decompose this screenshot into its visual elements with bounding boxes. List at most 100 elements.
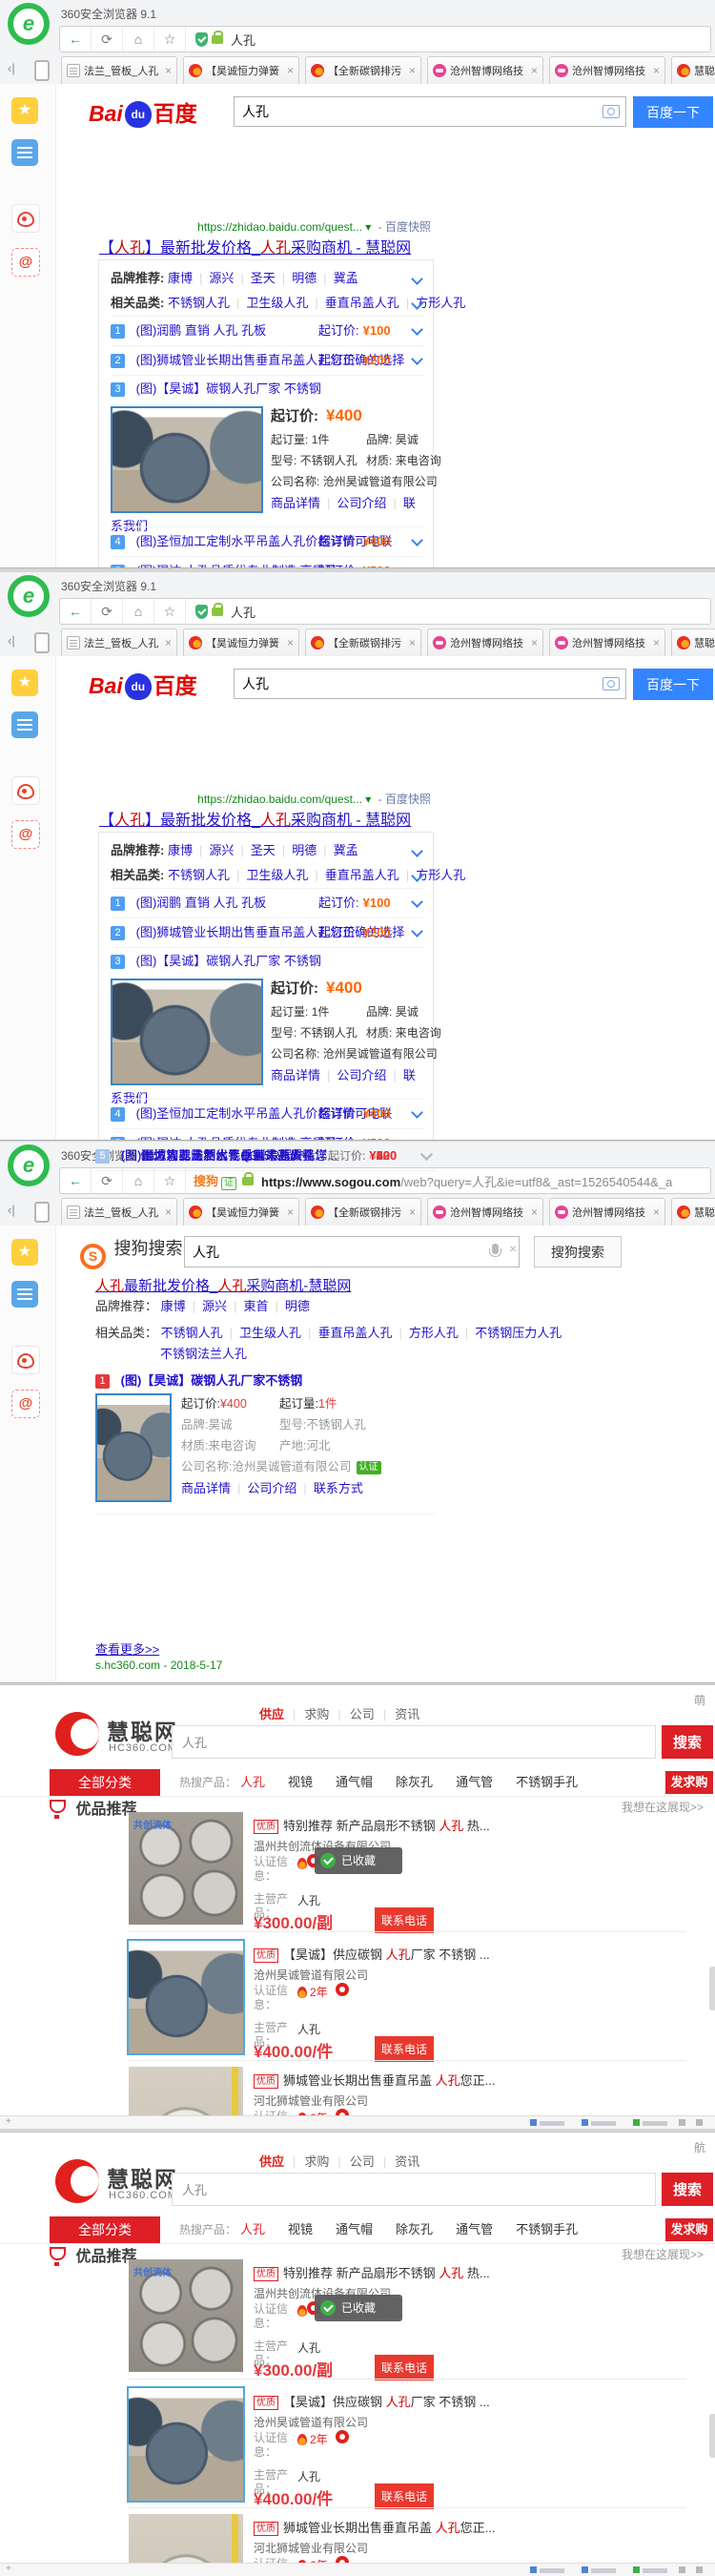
detail-link[interactable]: 商品详情 — [271, 496, 320, 510]
product-title-link[interactable]: 优质【昊诚】供应碳钢 人孔厂家 不锈钢 ... — [254, 1945, 568, 1963]
mention-icon[interactable]: @ — [11, 1390, 40, 1418]
browser-tab[interactable]: 法兰_管板_人孔 × — [61, 1198, 177, 1226]
tab-collapse-icon[interactable]: ‹| — [8, 61, 15, 75]
address-text[interactable]: 人孔 — [231, 31, 255, 49]
main-products-value[interactable]: 人孔 — [297, 1892, 320, 1908]
home-icon[interactable]: ⌂ — [123, 27, 154, 52]
browser-tab[interactable]: 慧聪网-B2B × — [671, 629, 715, 656]
status-chip[interactable] — [696, 2566, 703, 2573]
product-title-link[interactable]: 优质【昊诚】供应碳钢 人孔厂家 不锈钢 ... — [254, 2392, 568, 2410]
snapshot-link[interactable]: - 百度快照 — [378, 793, 431, 806]
main-products-value[interactable]: 人孔 — [297, 2021, 320, 2037]
product-title-link[interactable]: 优质特别推荐 新产品扇形不锈钢 人孔 热... — [254, 1816, 568, 1834]
address-bar[interactable]: ← ⟳ ⌂ ☆ 人孔 — [59, 26, 711, 52]
brand-link[interactable]: 圣天 — [234, 843, 275, 857]
status-chip[interactable] — [582, 2119, 616, 2126]
address-text[interactable]: https://www.sogou.com/web?query=人孔&ie=ut… — [261, 1172, 672, 1190]
chevron-down-icon[interactable] — [411, 1106, 423, 1119]
detail-link[interactable]: 联系方式 — [296, 1481, 362, 1495]
weibo-icon[interactable] — [11, 776, 40, 805]
detail-link[interactable]: 商品详情 — [181, 1481, 231, 1495]
close-icon[interactable]: × — [165, 64, 172, 77]
result-row-link[interactable]: (图)【昊诚】碳钢人孔厂家 不锈钢 — [136, 381, 321, 396]
category-link[interactable]: 垂直吊盖人孔 — [308, 868, 398, 882]
reading-list-icon[interactable] — [11, 139, 38, 166]
browser-tab[interactable]: 【昊诚恒力弹簧 × — [183, 1198, 299, 1226]
see-more-link[interactable]: 查看更多>> — [95, 1639, 159, 1658]
browser-tab[interactable]: 沧州智博网络技 × — [549, 56, 665, 84]
chevron-down-icon[interactable] — [411, 1136, 423, 1141]
status-chip[interactable] — [679, 2566, 685, 2573]
detail-link[interactable]: 公司介绍 — [320, 1068, 386, 1082]
result-title-link[interactable]: 人孔最新批发价格_人孔采购商机-慧聪网 — [95, 1275, 351, 1295]
close-icon[interactable]: × — [653, 64, 660, 77]
category-link[interactable]: 卫生级人孔 — [230, 296, 308, 310]
category-link[interactable]: 方形人孔 — [399, 868, 465, 882]
result-row-link[interactable]: (图)压力容器法兰人孔Q345R锅炉 — [121, 1148, 305, 1163]
snapshot-link[interactable]: - 百度快照 — [378, 220, 431, 234]
browser-tab[interactable]: 【昊诚恒力弹簧 × — [183, 56, 299, 84]
browser-tab[interactable]: 【全新碳钢排污 × — [305, 629, 421, 656]
camera-search-icon[interactable] — [603, 677, 620, 690]
detail-link[interactable]: 商品详情 — [271, 1068, 320, 1082]
browser-tab[interactable]: 法兰_管板_人孔 × — [61, 629, 177, 656]
category-link[interactable]: 方形人孔 — [399, 296, 465, 310]
chevron-down-icon[interactable] — [411, 564, 423, 568]
brand-link[interactable]: 康博 — [168, 271, 193, 285]
contact-phone-button[interactable]: 联系电话 — [375, 2483, 434, 2509]
reading-list-icon[interactable] — [11, 711, 38, 738]
brand-link[interactable]: 源兴 — [193, 271, 234, 285]
close-icon[interactable]: × — [531, 636, 538, 649]
favorites-star-icon[interactable]: ★ — [11, 1239, 38, 1266]
brand-link[interactable]: 明德 — [276, 271, 317, 285]
favorite-icon[interactable]: ☆ — [154, 599, 186, 624]
back-icon[interactable]: ← — [60, 1168, 92, 1193]
category-link[interactable]: 不锈钢人孔 — [161, 1326, 223, 1340]
product-photo[interactable]: 共创流体 — [129, 2259, 243, 2372]
microphone-icon[interactable] — [492, 1244, 499, 1254]
detail-link[interactable]: 公司介绍 — [231, 1481, 296, 1495]
brand-link[interactable]: 源兴 — [186, 1299, 227, 1313]
contact-phone-button[interactable]: 联系电话 — [375, 2355, 434, 2380]
clear-icon[interactable]: × — [509, 1241, 517, 1256]
close-icon[interactable]: × — [653, 1206, 660, 1219]
brand-link[interactable]: 圣天 — [234, 271, 275, 285]
company-link[interactable]: 河北狮城管业有限公司 — [254, 2092, 368, 2109]
result-title-link[interactable]: 【人孔】最新批发价格_人孔采购商机 - 慧聪网 — [99, 807, 411, 830]
browser-tab[interactable]: 慧聪网-B2B × — [671, 56, 715, 84]
baidu-search-button[interactable]: 百度一下 — [633, 669, 713, 700]
browser-tab[interactable]: 沧州智博网络技 × — [549, 1198, 665, 1226]
scrollbar[interactable] — [709, 1967, 715, 2010]
result-url[interactable]: https://zhidao.baidu.com/quest... ▾ - 百度… — [133, 218, 431, 235]
product-photo[interactable] — [95, 1393, 172, 1502]
status-chip[interactable] — [530, 2566, 564, 2573]
home-icon[interactable]: ⌂ — [123, 599, 154, 624]
tab-collapse-icon[interactable]: ‹| — [8, 1203, 15, 1217]
product-title-link[interactable]: 优质狮城管业长期出售垂直吊盖 人孔您正... — [254, 2071, 568, 2089]
close-icon[interactable]: × — [287, 636, 294, 649]
favorite-icon[interactable]: ☆ — [154, 27, 186, 52]
browser-tab[interactable]: 沧州智博网络技 × — [427, 629, 543, 656]
search-input[interactable] — [184, 1236, 520, 1267]
camera-search-icon[interactable] — [603, 105, 620, 118]
chevron-down-icon[interactable]: ▾ — [365, 793, 371, 806]
status-chip[interactable] — [696, 2119, 703, 2126]
refresh-icon[interactable]: ⟳ — [92, 1168, 123, 1193]
baidu-search-button[interactable]: 百度一下 — [633, 96, 713, 128]
brand-link[interactable]: 明德 — [268, 1299, 309, 1313]
company-link[interactable]: 沧州昊诚管道有限公司 — [254, 2414, 368, 2430]
category-link[interactable]: 垂直吊盖人孔 — [308, 296, 398, 310]
address-bar[interactable]: ← ⟳ ⌂ ☆ 搜狗证 https://www.sogou.com/web?qu… — [59, 1167, 711, 1194]
mention-icon[interactable]: @ — [11, 820, 40, 849]
favorite-icon[interactable]: ☆ — [154, 1168, 186, 1193]
chevron-down-icon[interactable]: ▾ — [365, 220, 371, 234]
chevron-down-icon[interactable] — [411, 896, 423, 908]
back-icon[interactable]: ← — [60, 27, 92, 52]
company-link[interactable]: 沧州昊诚管道有限公司 — [254, 1967, 368, 1983]
result-url-text[interactable]: https://zhidao.baidu.com/quest... — [197, 220, 362, 234]
category-link[interactable]: 卫生级人孔 — [230, 868, 308, 882]
result-row-link[interactable]: (图)润鹏 直销 人孔 孔板 — [136, 323, 267, 338]
close-icon[interactable]: × — [165, 1206, 172, 1219]
product-photo[interactable] — [127, 1939, 245, 2055]
search-input[interactable] — [234, 96, 626, 127]
